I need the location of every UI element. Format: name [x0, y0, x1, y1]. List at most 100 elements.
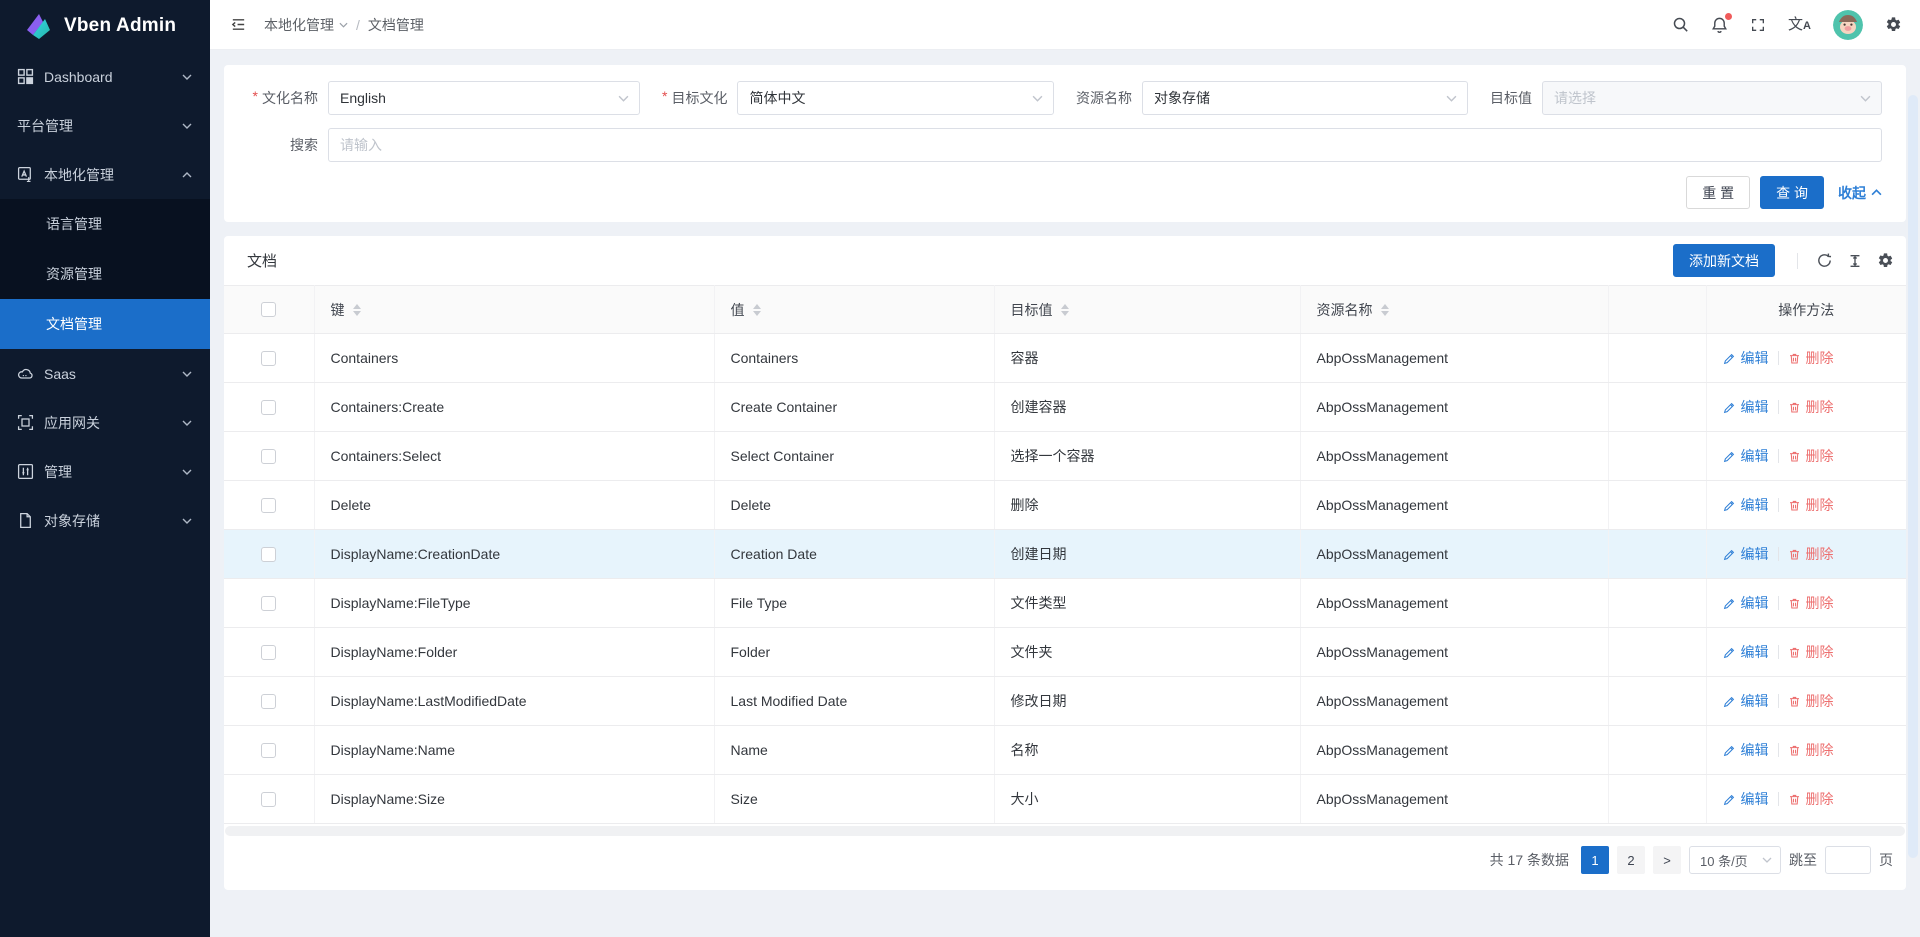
value-cell: Containers	[714, 334, 994, 383]
settings-button[interactable]	[1885, 16, 1902, 33]
search-button[interactable]	[1672, 16, 1689, 33]
sort-target-button[interactable]	[1061, 304, 1069, 316]
translate-button[interactable]: 文A	[1788, 17, 1811, 32]
page-2-button[interactable]: 2	[1617, 846, 1645, 874]
table-row: Containers:Create Create Container 创建容器 …	[224, 383, 1906, 432]
edit-button[interactable]: 编辑	[1723, 740, 1769, 760]
topbar-actions: 文A	[1672, 10, 1902, 40]
reset-button[interactable]: 重 置	[1686, 176, 1750, 209]
target-value-cell: 修改日期	[994, 677, 1300, 726]
notification-button[interactable]	[1711, 16, 1728, 34]
delete-button[interactable]: 删除	[1788, 593, 1834, 613]
delete-button[interactable]: 删除	[1788, 446, 1834, 466]
row-checkbox[interactable]	[261, 449, 276, 464]
target-value-cell: 创建日期	[994, 530, 1300, 579]
delete-button[interactable]: 删除	[1788, 740, 1834, 760]
row-checkbox[interactable]	[261, 694, 276, 709]
row-height-button[interactable]	[1847, 253, 1863, 269]
row-checkbox[interactable]	[261, 645, 276, 660]
page-1-button[interactable]: 1	[1581, 846, 1609, 874]
sidebar-item-saas[interactable]: Saas	[0, 349, 210, 398]
delete-button[interactable]: 删除	[1788, 348, 1834, 368]
jump-page-input[interactable]	[1825, 846, 1871, 874]
search-input[interactable]	[328, 128, 1882, 162]
target-culture-select[interactable]: 简体中文	[737, 81, 1054, 115]
localization-submenu: 语言管理 资源管理 文档管理	[0, 199, 210, 349]
sidebar-item-resource-management[interactable]: 资源管理	[0, 249, 210, 299]
column-settings-button[interactable]	[1877, 252, 1894, 269]
fullscreen-button[interactable]	[1750, 17, 1766, 33]
row-checkbox[interactable]	[261, 498, 276, 513]
chevron-down-icon	[182, 469, 192, 475]
edit-button[interactable]: 编辑	[1723, 495, 1769, 515]
delete-button[interactable]: 删除	[1788, 544, 1834, 564]
horizontal-scrollbar[interactable]	[225, 826, 1905, 836]
sidebar-item-document-management[interactable]: 文档管理	[0, 299, 210, 349]
gear-icon	[1885, 16, 1902, 33]
collapse-toggle[interactable]: 收起	[1838, 183, 1882, 203]
edit-button[interactable]: 编辑	[1723, 789, 1769, 809]
page-size-select[interactable]: 10 条/页	[1689, 846, 1781, 874]
query-button[interactable]: 查 询	[1760, 176, 1824, 209]
chevron-down-icon	[182, 518, 192, 524]
menu-fold-icon	[230, 16, 247, 33]
add-document-button[interactable]: 添加新文档	[1673, 244, 1775, 277]
chevron-down-icon	[182, 123, 192, 129]
sidebar-item-object-storage[interactable]: 对象存储	[0, 496, 210, 545]
edit-button[interactable]: 编辑	[1723, 593, 1769, 613]
edit-button[interactable]: 编辑	[1723, 544, 1769, 564]
action-divider	[1778, 351, 1779, 365]
refresh-button[interactable]	[1816, 252, 1833, 269]
resource-name-cell: AbpOssManagement	[1300, 579, 1608, 628]
edit-button[interactable]: 编辑	[1723, 642, 1769, 662]
delete-button[interactable]: 删除	[1788, 691, 1834, 711]
sidebar-item-dashboard[interactable]: Dashboard	[0, 52, 210, 101]
sort-value-button[interactable]	[753, 304, 761, 316]
target-value-cell: 名称	[994, 726, 1300, 775]
sidebar-item-language-management[interactable]: 语言管理	[0, 199, 210, 249]
target-value-select[interactable]: 请选择	[1542, 81, 1882, 115]
row-checkbox[interactable]	[261, 351, 276, 366]
row-checkbox[interactable]	[261, 596, 276, 611]
row-checkbox[interactable]	[261, 792, 276, 807]
target-value-label: 目标值	[1490, 88, 1532, 108]
next-page-button[interactable]: >	[1653, 846, 1681, 874]
value-cell: Folder	[714, 628, 994, 677]
breadcrumb-parent[interactable]: 本地化管理	[264, 15, 348, 35]
delete-button[interactable]: 删除	[1788, 789, 1834, 809]
sort-key-button[interactable]	[353, 304, 361, 316]
edit-button[interactable]: 编辑	[1723, 446, 1769, 466]
sidebar-item-platform[interactable]: 平台管理	[0, 101, 210, 150]
breadcrumb: 本地化管理 / 文档管理	[264, 15, 424, 35]
avatar[interactable]	[1833, 10, 1863, 40]
sort-resource-button[interactable]	[1381, 304, 1389, 316]
trash-icon	[1788, 352, 1801, 365]
delete-button[interactable]: 删除	[1788, 642, 1834, 662]
edit-button[interactable]: 编辑	[1723, 691, 1769, 711]
menu-fold-button[interactable]	[224, 11, 252, 39]
select-all-checkbox[interactable]	[261, 302, 276, 317]
sidebar-item-gateway[interactable]: 应用网关	[0, 398, 210, 447]
resource-name-select[interactable]: 对象存储	[1142, 81, 1468, 115]
key-cell: DisplayName:FileType	[314, 579, 714, 628]
table-row: DisplayName:CreationDate Creation Date 创…	[224, 530, 1906, 579]
row-checkbox[interactable]	[261, 400, 276, 415]
app-logo[interactable]: Vben Admin	[0, 0, 210, 52]
row-checkbox[interactable]	[261, 743, 276, 758]
column-header-key: 键	[314, 286, 714, 334]
edit-button[interactable]: 编辑	[1723, 397, 1769, 417]
delete-button[interactable]: 删除	[1788, 397, 1834, 417]
actions-cell: 编辑 删除	[1706, 530, 1906, 579]
culture-name-select[interactable]: English	[328, 81, 640, 115]
vertical-scrollbar[interactable]	[1908, 95, 1918, 858]
sidebar-item-localization[interactable]: 本地化管理	[0, 150, 210, 199]
row-checkbox[interactable]	[261, 547, 276, 562]
edit-button[interactable]: 编辑	[1723, 348, 1769, 368]
row-checkbox-cell	[224, 432, 314, 481]
sidebar-item-management[interactable]: 管理	[0, 447, 210, 496]
row-checkbox-cell	[224, 775, 314, 824]
delete-button[interactable]: 删除	[1788, 495, 1834, 515]
dashboard-icon	[17, 68, 34, 85]
row-checkbox-cell	[224, 677, 314, 726]
chevron-down-icon	[1762, 857, 1772, 863]
